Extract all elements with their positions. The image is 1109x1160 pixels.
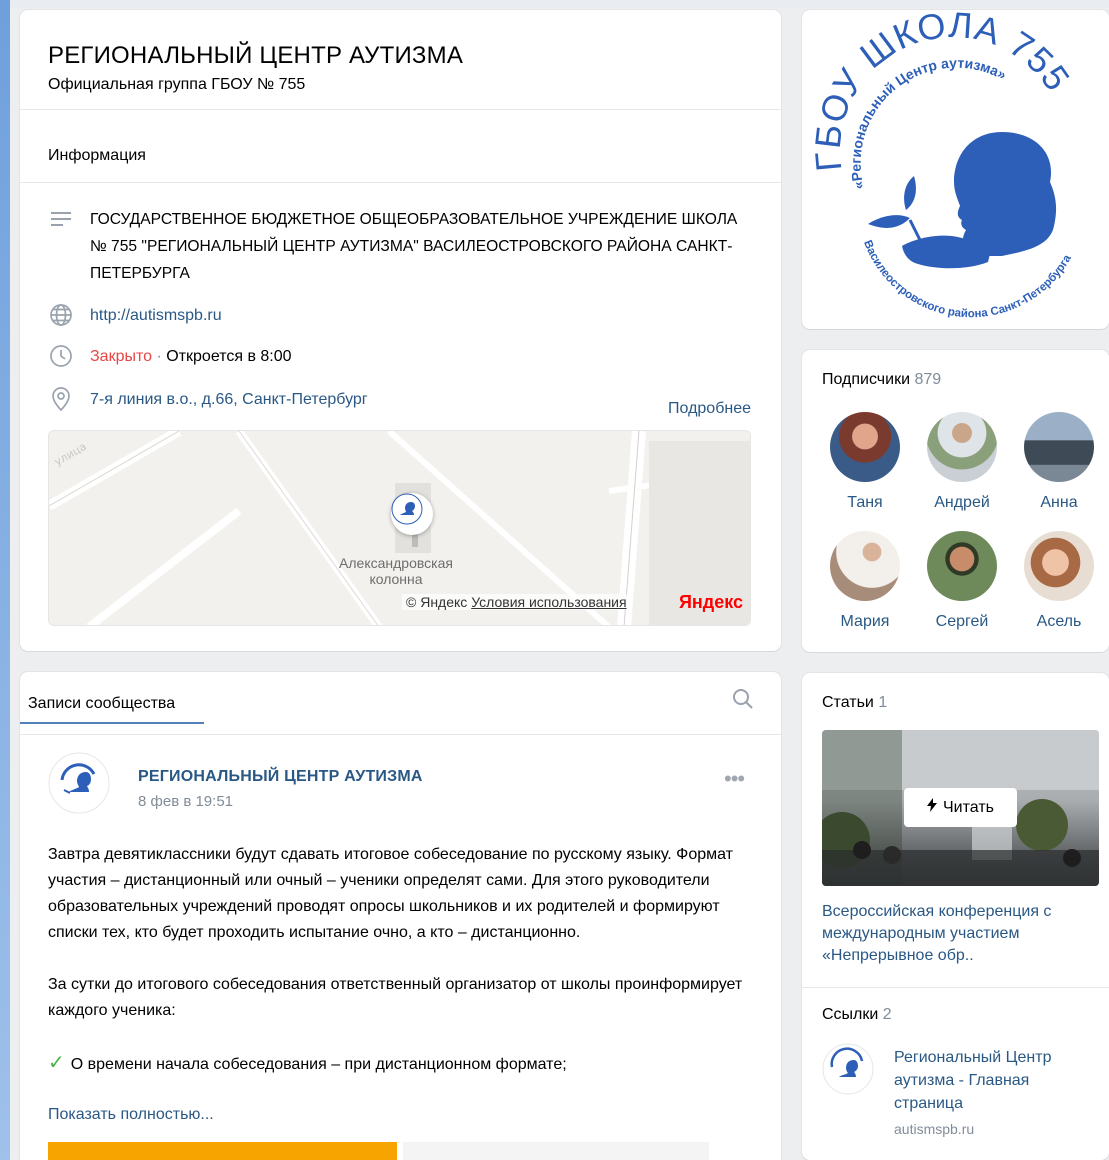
subscribers-card: Подписчики 879 Таня Андрей Анна Мария Се… [802, 350, 1109, 652]
post-bullet: ✓ О времени начала собеседования – при ди… [48, 1050, 748, 1078]
post-more-menu-icon[interactable]: ••• [724, 766, 745, 792]
post-bullet-text: О времени начала собеседования – при дис… [70, 1056, 567, 1073]
link-title[interactable]: Региональный Центр аутизма - Главная стр… [894, 1046, 1084, 1115]
links-count: 2 [882, 1006, 892, 1023]
text-lines-icon [48, 206, 74, 232]
post-author-name[interactable]: РЕГИОНАЛЬНЫЙ ЦЕНТР АУТИЗМА [138, 768, 423, 786]
map-brand: Яндекс [679, 592, 743, 613]
post-image[interactable] [403, 1142, 709, 1160]
status-closed: Закрыто [90, 348, 153, 365]
subscriber-name: Таня [847, 494, 883, 511]
subscriber-item[interactable]: Асель [1024, 531, 1094, 631]
post-paragraph: За сутки до итогового собеседования отве… [48, 976, 743, 1019]
left-edge-strip [0, 0, 10, 1160]
divider [20, 182, 781, 183]
avatar [830, 412, 900, 482]
avatar [927, 531, 997, 601]
subscriber-name: Сергей [935, 613, 989, 630]
info-section-label: Информация [48, 147, 146, 164]
map-copyright: © Яндекс Условия использования [402, 594, 631, 610]
address-link[interactable]: 7-я линия в.о., д.66, Санкт-Петербург [90, 386, 368, 413]
divider [20, 734, 781, 735]
link-logo[interactable] [822, 1043, 874, 1095]
school-logo: ГБОУ ШКОЛА 755 «Региональный Центр аутиз… [807, 4, 1078, 320]
map-terms-link[interactable]: Условия использования [471, 594, 626, 610]
hours-row: Закрыто · Откроется в 8:00 [48, 343, 292, 370]
subscriber-item[interactable]: Мария [830, 531, 900, 631]
website-row: http://autismspb.ru [48, 302, 222, 329]
location-map[interactable]: улица Александровская колонна © Яндекс У… [48, 430, 751, 626]
post-text: Завтра девятиклассники будут сдавать ито… [48, 842, 748, 1078]
leaf-shape [868, 215, 910, 228]
subscriber-item[interactable]: Таня [830, 412, 900, 512]
tab-community-posts[interactable]: Записи сообщества [28, 695, 175, 713]
article-title-link[interactable]: Всероссийская конференция с международны… [822, 901, 1087, 967]
avatar [927, 412, 997, 482]
description-text: ГОСУДАРСТВЕННОЕ БЮДЖЕТНОЕ ОБЩЕОБРАЗОВАТЕ… [90, 211, 738, 282]
stem-shape [908, 219, 922, 241]
subscribers-count: 879 [914, 371, 942, 388]
map-copyright-text: © Яндекс [406, 594, 468, 610]
avatar [1024, 412, 1094, 482]
community-info-card: РЕГИОНАЛЬНЫЙ ЦЕНТР АУТИЗМА Официальная г… [20, 10, 781, 651]
show-more-link[interactable]: Показать полностью... [48, 1106, 214, 1124]
avatar [1024, 531, 1094, 601]
more-details-link[interactable]: Подробнее [668, 400, 751, 418]
articles-header[interactable]: Статьи 1 [822, 694, 887, 712]
articles-count: 1 [878, 694, 888, 711]
map-place-label: Александровская колонна [339, 555, 453, 587]
map-brand-text: Яндекс [678, 592, 743, 612]
read-article-button[interactable]: Читать [904, 788, 1017, 827]
community-subtitle: Официальная группа ГБОУ № 755 [48, 76, 306, 93]
article-cover-image[interactable]: Читать [822, 730, 1099, 886]
hours-text: Закрыто · Откроется в 8:00 [90, 343, 292, 370]
status-opens: Откроется в 8:00 [166, 348, 292, 365]
subscribers-title: Подписчики [822, 371, 911, 388]
clock-icon [48, 343, 74, 369]
post-author-avatar[interactable] [48, 752, 110, 814]
subscribers-header[interactable]: Подписчики 879 [822, 371, 941, 389]
top-strip [0, 0, 1109, 8]
website-link[interactable]: http://autismspb.ru [90, 302, 222, 329]
lightning-icon [927, 798, 938, 817]
leaf-shape [904, 176, 916, 210]
subscriber-name: Андрей [934, 494, 990, 511]
description-row: ГОСУДАРСТВЕННОЕ БЮДЖЕТНОЕ ОБЩЕОБРАЗОВАТЕ… [48, 206, 748, 287]
head-silhouette [954, 132, 1057, 256]
link-url: autismspb.ru [894, 1121, 975, 1137]
map-marker[interactable] [391, 493, 433, 535]
subscriber-item[interactable]: Анна [1024, 412, 1094, 512]
divider [802, 987, 1109, 988]
status-dot: · [156, 348, 162, 365]
subscriber-name: Мария [840, 613, 890, 630]
links-title: Ссылки [822, 1006, 879, 1023]
subscriber-item[interactable]: Андрей [927, 412, 997, 512]
subscriber-name: Анна [1040, 494, 1078, 511]
location-pin-icon [48, 386, 74, 412]
divider [20, 109, 781, 110]
articles-title: Статьи [822, 694, 874, 711]
tab-active-indicator [20, 722, 204, 724]
post-date[interactable]: 8 фев в 19:51 [138, 793, 233, 810]
subscriber-name: Асель [1036, 613, 1082, 630]
globe-icon [48, 302, 74, 328]
community-avatar-card[interactable]: ГБОУ ШКОЛА 755 «Региональный Центр аутиз… [802, 4, 1109, 329]
read-button-label: Читать [943, 798, 994, 816]
articles-links-card: Статьи 1 Читать Всероссийская конференци… [802, 673, 1109, 1160]
post-paragraph: Завтра девятиклассники будут сдавать ито… [48, 846, 733, 941]
check-mark-icon: ✓ [48, 1052, 65, 1074]
community-title: РЕГИОНАЛЬНЫЙ ЦЕНТР АУТИЗМА [48, 42, 464, 69]
avatar [830, 531, 900, 601]
subscriber-item[interactable]: Сергей [927, 531, 997, 631]
address-row: 7-я линия в.о., д.66, Санкт-Петербург [48, 386, 368, 413]
links-header[interactable]: Ссылки 2 [822, 1006, 892, 1024]
post-image[interactable] [48, 1142, 397, 1160]
